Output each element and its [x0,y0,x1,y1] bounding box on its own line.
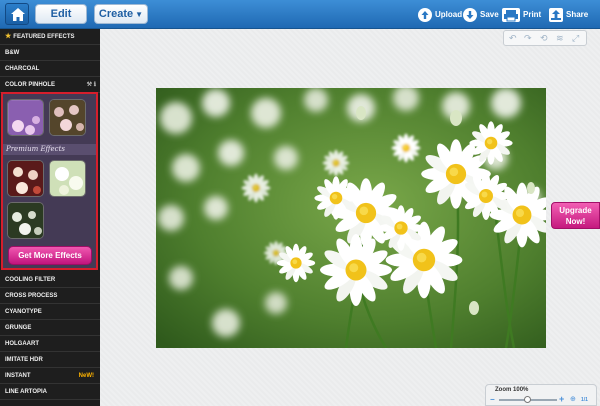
effect-thumbnail[interactable] [7,202,44,239]
effect-thumbnail[interactable] [49,99,86,136]
daisy-photo [156,88,546,348]
sidebar-item-label: CHARCOAL [5,66,40,72]
sidebar-item-cross-process[interactable]: CROSS PROCESS [0,288,100,304]
sidebar-item-label: CROSS PROCESS [5,293,58,299]
home-button[interactable] [5,3,29,25]
sidebar-item-line-artopia[interactable]: LINE ARTOPIA [0,384,100,400]
sidebar-item-label: IMITATE HDR [5,357,43,363]
upgrade-line1: Upgrade [559,206,592,215]
upload-label: Upload [435,10,463,19]
fullscreen-icon[interactable]: ⤢ [572,32,579,44]
upload-icon [418,7,432,22]
print-label: Print [523,10,542,19]
sidebar-item-grunge[interactable]: GRUNGE [0,320,100,336]
sidebar-item-holgaart[interactable]: HOLGAART [0,336,100,352]
undo-icon[interactable]: ↶ [509,32,517,44]
sidebar-item-label: B&W [5,50,20,56]
canvas-workspace: ↶ ↷ ⟲ ≋ ⤢ [100,29,600,406]
sidebar-item-cyanotype[interactable]: CYANOTYPE [0,304,100,320]
zoom-label: Zoom 100% [495,387,529,393]
print-button[interactable]: Print [502,7,541,23]
sidebar-item-bw[interactable]: B&W [0,45,100,61]
effects-sidebar: ★ FEATURED EFFECTS B&W CHARCOAL COLOR PIN… [0,29,100,406]
zoom-in-button[interactable]: + [559,395,564,404]
get-more-effects-button[interactable]: Get More Effects [8,246,92,265]
sidebar-item-featured-effects[interactable]: ★ FEATURED EFFECTS [0,29,100,45]
reset-icon[interactable]: ⟲ [540,32,548,44]
sidebar-item-color-pinhole[interactable]: COLOR PINHOLE ⚒ ℹ [0,77,100,93]
chevron-down-icon: ▼ [135,10,144,19]
upgrade-now-button[interactable]: Upgrade Now! [551,202,600,229]
sidebar-item-label: LINE ARTOPIA [5,389,48,395]
info-icon[interactable]: ℹ [94,82,96,88]
save-label: Save [480,10,499,19]
upload-button[interactable]: Upload [418,7,462,23]
wrench-icon[interactable]: ⚒ [87,82,92,88]
history-toolbar: ↶ ↷ ⟲ ≋ ⤢ [503,30,587,46]
sidebar-item-instant[interactable]: INSTANT NeW! [0,368,100,384]
zoom-panel: Zoom 100% − + ⊕ 1/1 [485,384,597,406]
edit-tab[interactable]: Edit [35,4,87,24]
top-toolbar: Edit Create ▼ Upload Save Print Share [0,0,600,29]
share-icon [549,7,563,22]
sidebar-item-label: INSTANT [5,373,31,379]
print-icon [502,7,520,22]
premium-effects-label: Premium Effects [3,144,96,155]
effect-thumbnail[interactable] [7,99,44,136]
sidebar-item-label: COLOR PINHOLE [5,82,56,88]
fit-to-screen-icon[interactable]: ⊕ [570,396,576,404]
zoom-slider-handle[interactable] [524,396,531,403]
premium-effects-panel: Premium Effects Get More Effects [1,92,98,270]
upgrade-line2: Now! [565,217,586,226]
actual-size-button[interactable]: 1/1 [581,397,588,403]
edit-tab-label: Edit [50,8,72,20]
save-button[interactable]: Save [463,7,499,23]
sidebar-item-label: GRUNGE [5,325,32,331]
save-icon [463,7,477,22]
share-button[interactable]: Share [549,7,588,23]
sidebar-item-label: CYANOTYPE [5,309,42,315]
sidebar-item-charcoal[interactable]: CHARCOAL [0,61,100,77]
zoom-value: 100% [513,387,529,393]
redo-icon[interactable]: ↷ [524,32,532,44]
star-icon: ★ [5,33,12,40]
create-tab[interactable]: Create ▼ [94,4,148,24]
home-icon [11,8,25,21]
create-tab-label: Create [98,8,134,20]
effect-thumbnail[interactable] [49,160,86,197]
sidebar-item-label: COOLING FILTER [5,277,56,283]
sidebar-item-label: HOLGAART [5,341,39,347]
zoom-out-button[interactable]: − [490,396,495,404]
photo-canvas[interactable] [156,88,546,348]
share-label: Share [566,10,589,19]
sidebar-item-label: FEATURED EFFECTS [13,34,75,40]
layers-icon[interactable]: ≋ [556,32,564,44]
sidebar-item-cooling-filter[interactable]: COOLING FILTER [0,272,100,288]
sidebar-item-imitate-hdr[interactable]: IMITATE HDR [0,352,100,368]
new-badge: NeW! [78,373,94,379]
effect-thumbnail[interactable] [7,160,44,197]
